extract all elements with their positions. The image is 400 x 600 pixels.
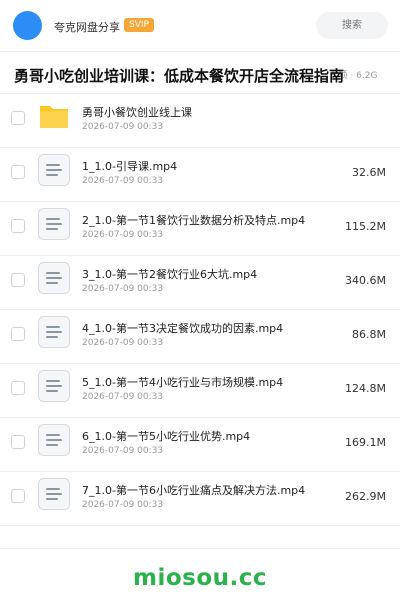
file-size: 124.8M [345,382,386,395]
file-date: 2026-07-09 00:33 [82,392,164,402]
file-row[interactable]: 3_1.0-第一节2餐饮行业6大坑.mp4 2026-07-09 00:33 3… [0,256,400,310]
file-date: 2026-07-09 00:33 [82,230,164,240]
page-title: 勇哥小吃创业培训课：低成本餐饮开店全流程指南 [14,67,345,85]
svip-badge: SVIP [124,18,154,32]
search-input[interactable] [316,12,388,39]
file-date: 2026-07-09 00:33 [82,176,164,186]
file-date: 2026-07-09 00:33 [82,338,164,348]
file-size: 86.8M [352,328,386,341]
file-row[interactable]: 1_1.0-引导课.mp4 2026-07-09 00:33 32.6M [0,148,400,202]
file-row[interactable]: 7_1.0-第一节6小吃行业痛点及解决方法.mp4 2026-07-09 00:… [0,472,400,526]
file-row[interactable]: 勇哥小餐饮创业线上课 2026-07-09 00:33 [0,94,400,148]
top-bar: 夸克网盘分享 SVIP [0,0,400,52]
file-date: 2026-07-09 00:33 [82,500,164,510]
file-size: 340.6M [345,274,386,287]
file-size: 169.1M [345,436,386,449]
checkbox[interactable] [11,273,25,287]
folder-icon [38,100,70,132]
file-name: 2_1.0-第一节1餐饮行业数据分析及特点.mp4 [82,214,306,227]
share-title-row: 勇哥小吃创业培训课：低成本餐饮开店全流程指南 8 项 · 6.2G [0,52,400,94]
video-file-icon [38,208,70,240]
file-name: 4_1.0-第一节3决定餐饮成功的因素.mp4 [82,322,284,335]
video-file-icon [38,316,70,348]
file-name: 勇哥小餐饮创业线上课 [82,106,192,119]
file-row[interactable]: 6_1.0-第一节5小吃行业优势.mp4 2026-07-09 00:33 16… [0,418,400,472]
watermark: miosou.cc [132,565,268,591]
file-date: 2026-07-09 00:33 [82,446,164,456]
file-list: 勇哥小餐饮创业线上课 2026-07-09 00:33 1_1.0-引导课.mp… [0,94,400,526]
file-name: 7_1.0-第一节6小吃行业痛点及解决方法.mp4 [82,484,306,497]
file-size: 115.2M [345,220,386,233]
app-name: 夸克网盘分享 [54,21,120,34]
checkbox[interactable] [11,435,25,449]
video-file-icon [38,478,70,510]
file-size: 262.9M [345,490,386,503]
file-date: 2026-07-09 00:33 [82,122,164,132]
file-name: 6_1.0-第一节5小吃行业优势.mp4 [82,430,251,443]
file-name: 1_1.0-引导课.mp4 [82,160,178,173]
avatar[interactable] [13,11,42,40]
file-date: 2026-07-09 00:33 [82,284,164,294]
checkbox[interactable] [11,489,25,503]
file-name: 5_1.0-第一节4小吃行业与市场规模.mp4 [82,376,284,389]
video-file-icon [38,262,70,294]
checkbox[interactable] [11,219,25,233]
video-file-icon [38,154,70,186]
checkbox[interactable] [11,165,25,179]
checkbox[interactable] [11,111,25,125]
video-file-icon [38,370,70,402]
video-file-icon [38,424,70,456]
file-size: 32.6M [352,166,386,179]
file-name: 3_1.0-第一节2餐饮行业6大坑.mp4 [82,268,258,281]
file-row[interactable]: 2_1.0-第一节1餐饮行业数据分析及特点.mp4 2026-07-09 00:… [0,202,400,256]
file-row[interactable]: 5_1.0-第一节4小吃行业与市场规模.mp4 2026-07-09 00:33… [0,364,400,418]
checkbox[interactable] [11,327,25,341]
file-row[interactable]: 4_1.0-第一节3决定餐饮成功的因素.mp4 2026-07-09 00:33… [0,310,400,364]
checkbox[interactable] [11,381,25,395]
